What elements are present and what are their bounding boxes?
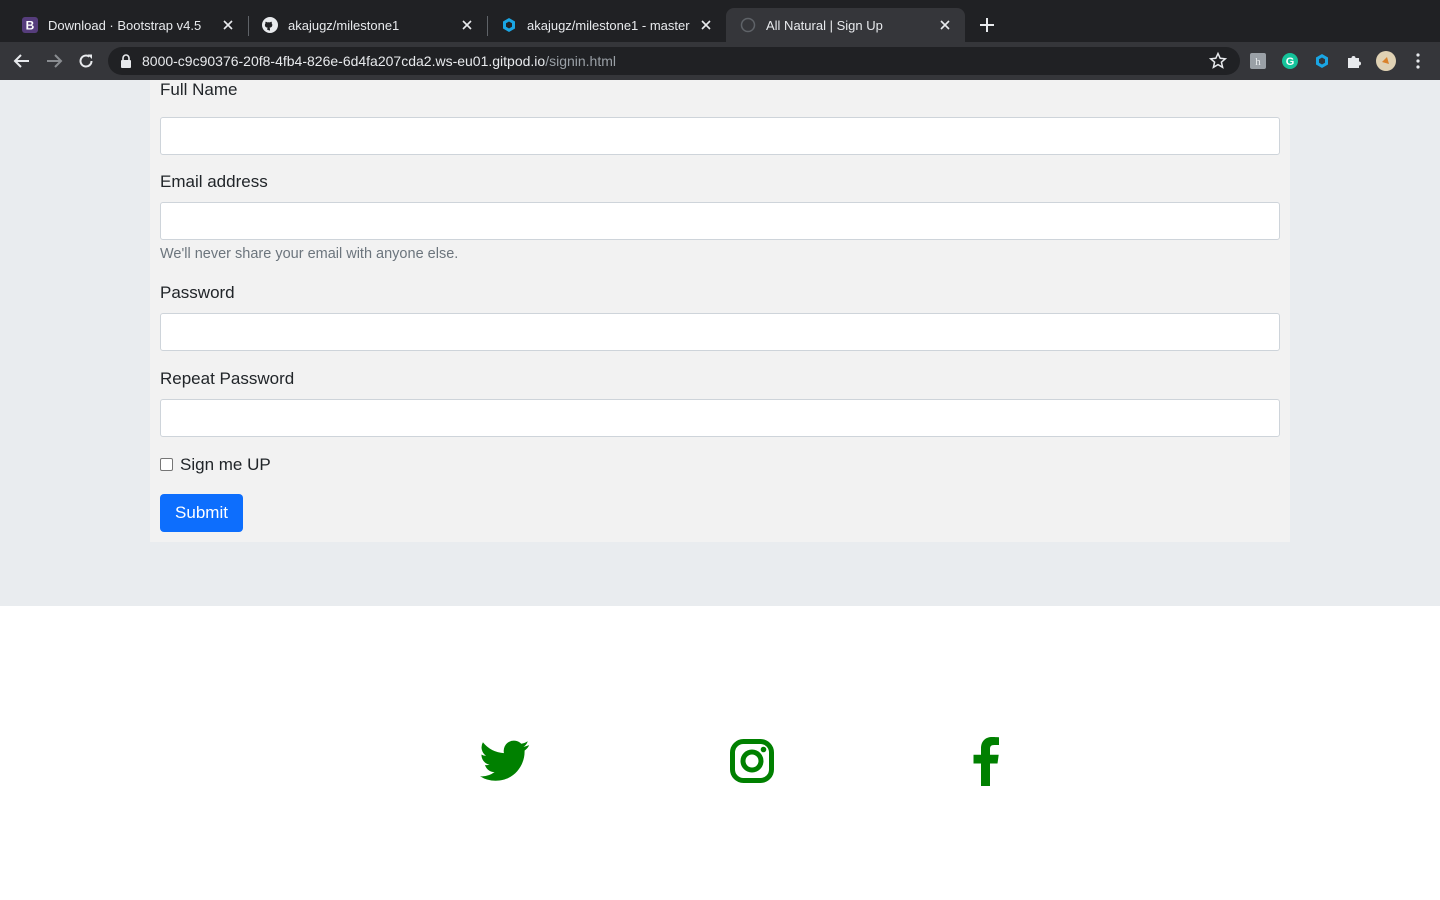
twitter-link[interactable]: [479, 735, 531, 787]
arrow-left-icon: [13, 54, 29, 68]
tab-signup-active[interactable]: All Natural | Sign Up: [726, 8, 965, 42]
bootstrap-favicon-icon: B: [22, 17, 38, 33]
tab-close-icon[interactable]: [220, 17, 236, 33]
arrow-right-icon: [47, 54, 63, 68]
email-label: Email address: [160, 172, 268, 191]
url-path: /signin.html: [545, 53, 617, 69]
twitter-icon: [480, 740, 530, 781]
tab-close-icon[interactable]: [937, 17, 953, 33]
svg-text:h: h: [1255, 56, 1261, 68]
signup-checkbox-label[interactable]: Sign me UP: [180, 455, 271, 475]
tab-close-icon[interactable]: [459, 17, 475, 33]
grammarly-icon[interactable]: G: [1280, 51, 1300, 71]
gitpod-extension-icon[interactable]: [1312, 51, 1332, 71]
facebook-icon: [973, 737, 999, 786]
url-text: 8000-c9c90376-20f8-4fb4-826e-6d4fa207cda…: [142, 53, 616, 69]
svg-text:G: G: [1286, 56, 1295, 68]
instagram-icon: [730, 739, 774, 783]
password-input[interactable]: [160, 313, 1280, 351]
forward-button[interactable]: [42, 49, 66, 73]
full-name-input[interactable]: [160, 117, 1280, 155]
new-tab-button[interactable]: [975, 13, 999, 37]
full-name-label: Full Name: [160, 80, 238, 99]
password-label: Password: [160, 283, 235, 302]
signup-form: Full Name Email address We'll never shar…: [150, 80, 1290, 542]
tab-title: akajugz/milestone1: [288, 17, 400, 33]
address-bar[interactable]: 8000-c9c90376-20f8-4fb4-826e-6d4fa207cda…: [108, 47, 1240, 75]
signup-checkbox[interactable]: [160, 458, 173, 471]
browser-tab-bar: B Download · Bootstrap v4.5 akajugz/mile…: [0, 0, 1440, 42]
email-input[interactable]: [160, 202, 1280, 240]
bookmark-star-icon[interactable]: [1208, 51, 1228, 71]
puzzle-extensions-icon[interactable]: [1344, 51, 1364, 71]
lock-icon: [121, 54, 131, 68]
email-help-text: We'll never share your email with anyone…: [160, 246, 459, 262]
tab-close-icon[interactable]: [698, 17, 714, 33]
browser-toolbar: 8000-c9c90376-20f8-4fb4-826e-6d4fa207cda…: [0, 42, 1440, 80]
facebook-link[interactable]: [970, 735, 1002, 787]
reload-button[interactable]: [74, 49, 98, 73]
profile-avatar-icon[interactable]: [1376, 51, 1396, 71]
back-button[interactable]: [10, 49, 34, 73]
plus-icon: [980, 18, 994, 32]
svg-text:B: B: [26, 19, 35, 33]
repeat-password-input[interactable]: [160, 399, 1280, 437]
tab-title: All Natural | Sign Up: [766, 17, 883, 33]
url-host: 8000-c9c90376-20f8-4fb4-826e-6d4fa207cda…: [142, 53, 546, 69]
github-favicon-icon: [262, 17, 278, 33]
submit-button[interactable]: Submit: [160, 494, 243, 532]
tab-title: akajugz/milestone1 - master: [527, 17, 690, 33]
gitpod-favicon-icon: [501, 17, 517, 33]
reload-icon: [79, 54, 93, 68]
page-body: Full Name Email address We'll never shar…: [0, 80, 1440, 900]
extension-icon[interactable]: h: [1248, 51, 1268, 71]
tab-gitpod[interactable]: akajugz/milestone1 - master: [487, 8, 726, 42]
tab-bootstrap[interactable]: B Download · Bootstrap v4.5: [8, 8, 248, 42]
repeat-password-label: Repeat Password: [160, 369, 295, 388]
globe-favicon-icon: [740, 17, 756, 33]
instagram-link[interactable]: [728, 735, 776, 787]
tab-title: Download · Bootstrap v4.5: [48, 17, 202, 33]
tab-github[interactable]: akajugz/milestone1: [248, 8, 487, 42]
form-section-band: Full Name Email address We'll never shar…: [0, 80, 1440, 606]
kebab-menu-icon[interactable]: [1408, 51, 1428, 71]
